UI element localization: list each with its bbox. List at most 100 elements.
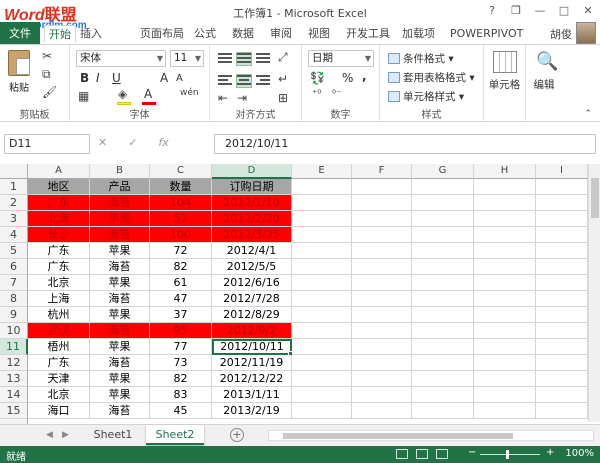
- align-middle-icon[interactable]: [236, 52, 252, 66]
- empty-cell[interactable]: [412, 387, 474, 403]
- empty-cell[interactable]: [536, 403, 588, 419]
- table-cell[interactable]: 2012/6/16: [212, 275, 292, 291]
- empty-cell[interactable]: [412, 227, 474, 243]
- align-bottom-icon[interactable]: [256, 53, 270, 65]
- row-header[interactable]: 10: [0, 323, 28, 339]
- currency-icon[interactable]: 💱: [310, 71, 325, 85]
- empty-cell[interactable]: [474, 291, 536, 307]
- table-cell[interactable]: 海苔: [90, 403, 150, 419]
- empty-cell[interactable]: [412, 259, 474, 275]
- column-header-g[interactable]: G: [412, 164, 474, 179]
- table-cell[interactable]: 61: [150, 275, 212, 291]
- empty-cell[interactable]: [474, 243, 536, 259]
- empty-cell[interactable]: [536, 355, 588, 371]
- shrink-font-button[interactable]: A: [176, 73, 183, 84]
- tab-0[interactable]: 开始: [44, 25, 76, 43]
- number-format-select[interactable]: 日期 ▼: [308, 50, 374, 67]
- column-header-b[interactable]: B: [90, 164, 150, 179]
- empty-cell[interactable]: [412, 307, 474, 323]
- empty-cell[interactable]: [474, 403, 536, 419]
- tab-3[interactable]: 公式: [190, 25, 220, 43]
- table-cell[interactable]: 2012/3/25: [212, 227, 292, 243]
- empty-cell[interactable]: [292, 307, 352, 323]
- table-cell[interactable]: 47: [150, 291, 212, 307]
- empty-cell[interactable]: [412, 195, 474, 211]
- empty-cell[interactable]: [474, 387, 536, 403]
- empty-cell[interactable]: [536, 275, 588, 291]
- format-painter-icon[interactable]: 🖌: [42, 85, 57, 99]
- copy-icon[interactable]: ⧉: [42, 67, 51, 82]
- empty-cell[interactable]: [352, 211, 412, 227]
- border-icon[interactable]: ▦: [78, 89, 89, 103]
- empty-cell[interactable]: [474, 179, 536, 195]
- empty-cell[interactable]: [352, 243, 412, 259]
- empty-cell[interactable]: [412, 291, 474, 307]
- empty-cell[interactable]: [292, 291, 352, 307]
- empty-cell[interactable]: [536, 387, 588, 403]
- empty-cell[interactable]: [292, 227, 352, 243]
- table-cell[interactable]: 苹果: [90, 307, 150, 323]
- conditional-format-button[interactable]: 条件格式 ▾: [388, 51, 454, 66]
- column-header-f[interactable]: F: [352, 164, 412, 179]
- cut-icon[interactable]: ✂: [42, 49, 52, 63]
- empty-cell[interactable]: [412, 323, 474, 339]
- fill-color-icon[interactable]: ◈: [118, 87, 127, 101]
- empty-cell[interactable]: [536, 259, 588, 275]
- sheet-prev-icon[interactable]: ◀: [46, 430, 53, 440]
- vertical-scroll-thumb[interactable]: [591, 178, 599, 218]
- empty-cell[interactable]: [536, 323, 588, 339]
- select-all-corner[interactable]: [0, 164, 28, 179]
- table-cell[interactable]: 2012/1/10: [212, 195, 292, 211]
- empty-cell[interactable]: [536, 227, 588, 243]
- name-box[interactable]: D11: [4, 134, 90, 154]
- empty-cell[interactable]: [352, 195, 412, 211]
- row-header[interactable]: 3: [0, 211, 28, 227]
- table-cell[interactable]: 苹果: [90, 339, 150, 355]
- enter-icon[interactable]: ✓: [128, 136, 137, 149]
- tab-4[interactable]: 数据: [228, 25, 258, 43]
- horizontal-scroll-thumb[interactable]: [283, 433, 513, 439]
- empty-cell[interactable]: [352, 387, 412, 403]
- table-cell[interactable]: 2012/7/28: [212, 291, 292, 307]
- formula-input[interactable]: 2012/10/11: [214, 134, 596, 154]
- empty-cell[interactable]: [292, 243, 352, 259]
- insert-function-icon[interactable]: fx: [158, 136, 168, 149]
- table-cell[interactable]: 2012/9/2: [212, 323, 292, 339]
- table-cell[interactable]: 2012/4/1: [212, 243, 292, 259]
- empty-cell[interactable]: [536, 291, 588, 307]
- row-header[interactable]: 1: [0, 179, 28, 195]
- collapse-ribbon-icon[interactable]: ⌃: [584, 109, 592, 119]
- empty-cell[interactable]: [474, 323, 536, 339]
- table-cell[interactable]: 长沙: [28, 227, 90, 243]
- table-cell[interactable]: 37: [150, 307, 212, 323]
- table-cell[interactable]: 77: [150, 339, 212, 355]
- maximize-button[interactable]: □: [552, 0, 576, 20]
- tab-8[interactable]: 加载项: [398, 25, 439, 43]
- tab-5[interactable]: 审阅: [266, 25, 296, 43]
- column-header-c[interactable]: C: [150, 164, 212, 179]
- empty-cell[interactable]: [352, 259, 412, 275]
- bold-button[interactable]: B: [80, 71, 89, 85]
- vertical-scrollbar[interactable]: [588, 164, 600, 422]
- row-header[interactable]: 12: [0, 355, 28, 371]
- empty-cell[interactable]: [352, 307, 412, 323]
- page-layout-view-icon[interactable]: [416, 449, 428, 459]
- table-cell[interactable]: 天津: [28, 371, 90, 387]
- empty-cell[interactable]: [352, 291, 412, 307]
- table-cell[interactable]: 52: [150, 211, 212, 227]
- table-cell[interactable]: 海苔: [90, 291, 150, 307]
- table-cell[interactable]: 北京: [28, 387, 90, 403]
- tab-9[interactable]: POWERPIVOT: [446, 25, 527, 43]
- table-cell[interactable]: 2012/5/5: [212, 259, 292, 275]
- row-header[interactable]: 4: [0, 227, 28, 243]
- empty-cell[interactable]: [474, 339, 536, 355]
- zoom-out-button[interactable]: −: [468, 447, 476, 458]
- empty-cell[interactable]: [474, 227, 536, 243]
- empty-cell[interactable]: [474, 211, 536, 227]
- empty-cell[interactable]: [292, 339, 352, 355]
- table-cell[interactable]: 广东: [28, 259, 90, 275]
- align-top-icon[interactable]: [218, 53, 232, 65]
- comma-button[interactable]: ,: [362, 69, 367, 83]
- empty-cell[interactable]: [412, 243, 474, 259]
- empty-cell[interactable]: [292, 403, 352, 419]
